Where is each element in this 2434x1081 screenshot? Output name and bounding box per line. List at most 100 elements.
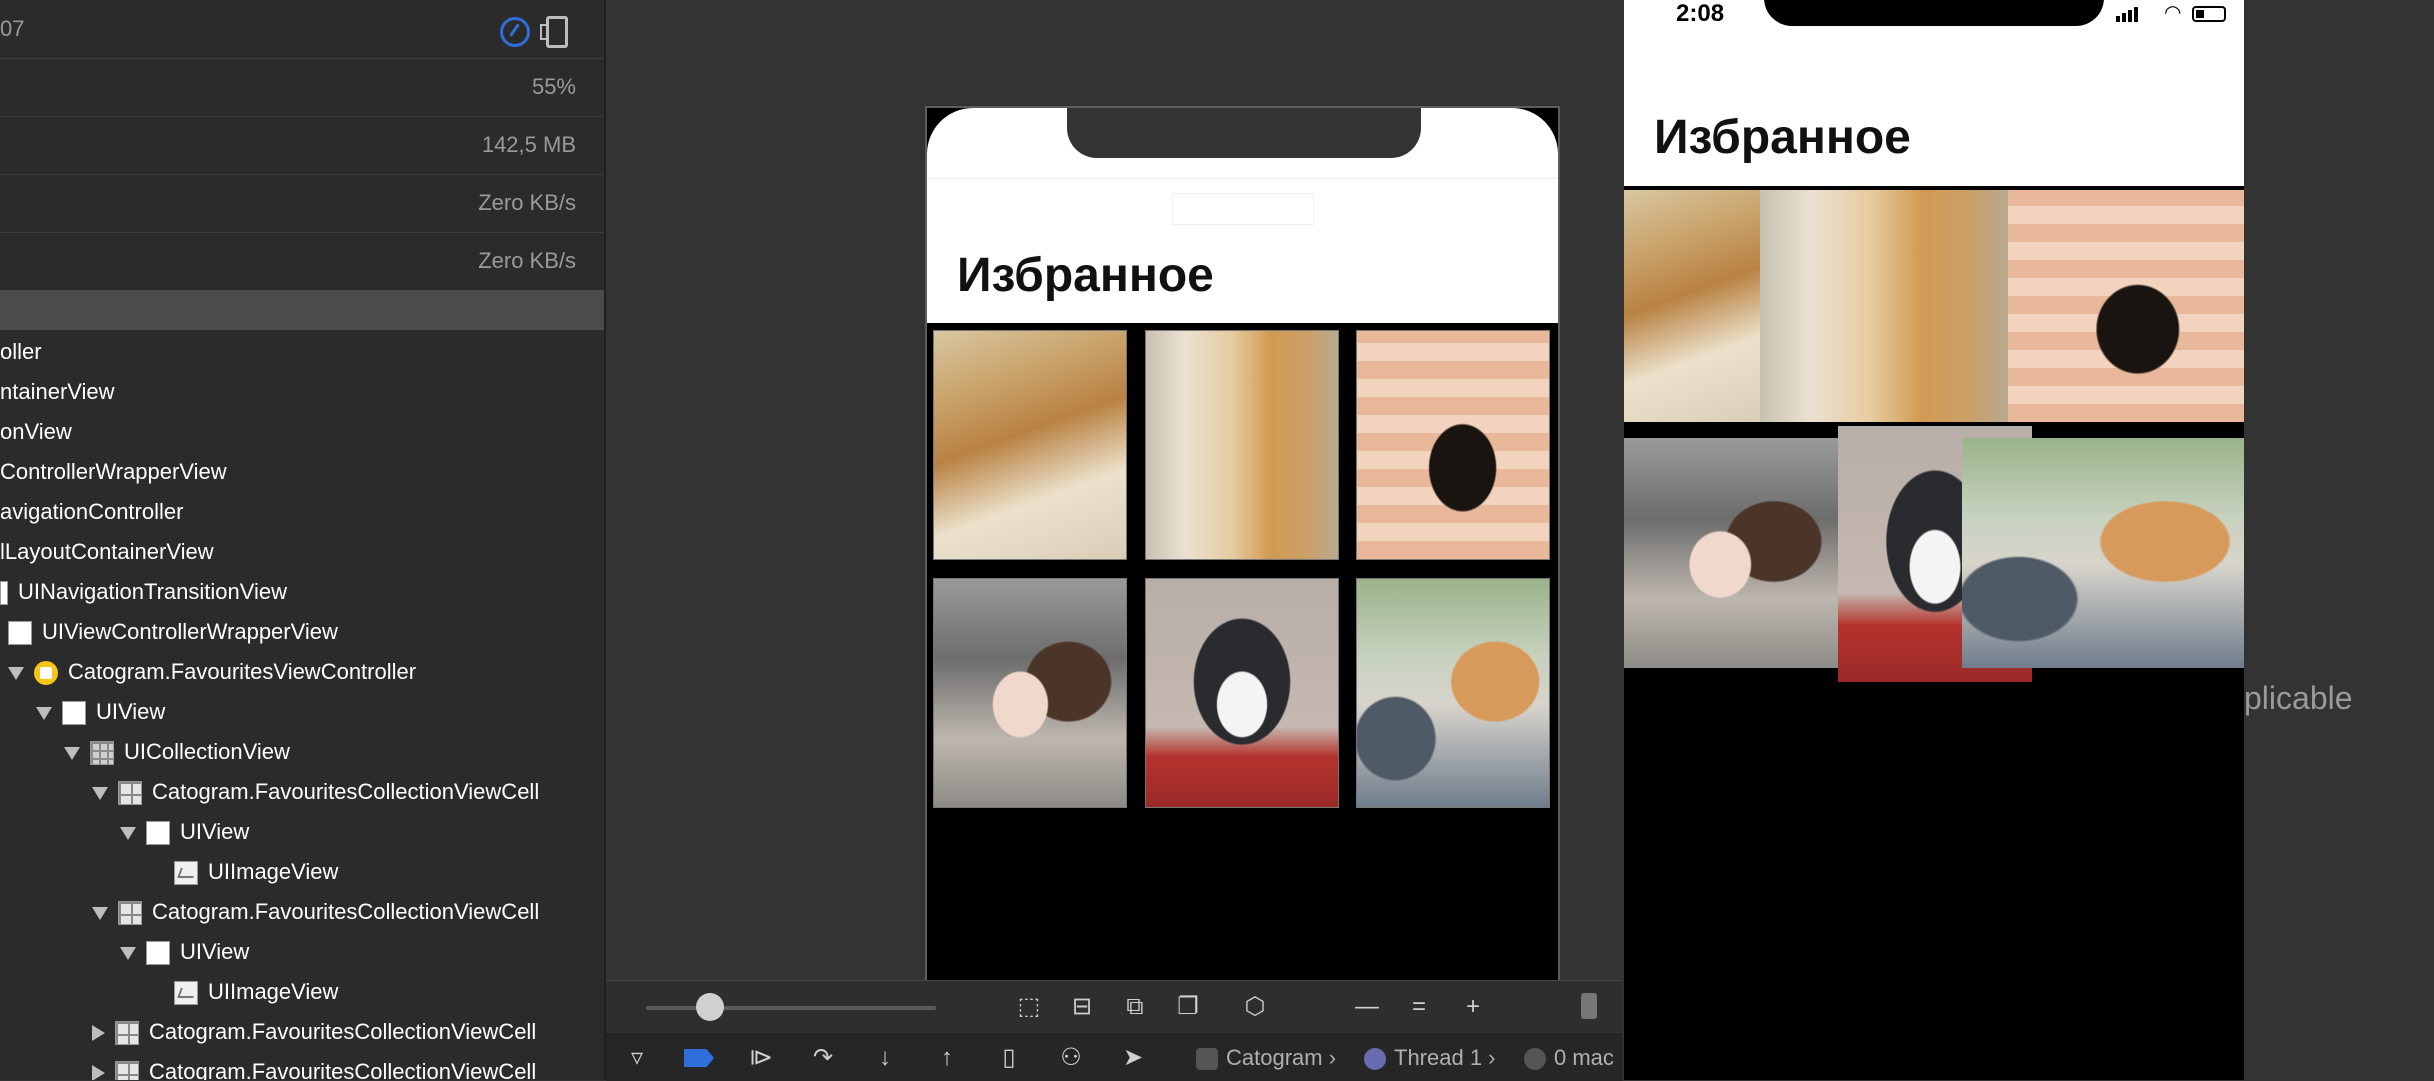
device-icon[interactable] [540, 16, 568, 48]
canvas-toolbar: ⬚ ⊟ ⧉ ❐ ⬡ — = + [606, 980, 1622, 1035]
disk-value: Zero KB/s [478, 190, 576, 215]
disclosure-triangle-icon[interactable] [120, 826, 136, 840]
step-in-icon[interactable]: ↓ [870, 1043, 900, 1073]
signal-icon [2122, 13, 2126, 22]
breakpoints-icon[interactable] [684, 1049, 714, 1067]
view-icon [62, 701, 86, 726]
cat-image[interactable] [933, 330, 1127, 560]
gauge-icon[interactable] [500, 17, 530, 47]
tree-item-label: UICollectionView [124, 739, 290, 764]
tree-item[interactable]: Catogram.FavouritesCollectionViewCell [92, 772, 539, 812]
collection-cell-icon [115, 1061, 139, 1080]
battery-icon [2192, 6, 2226, 22]
show-frames-icon[interactable]: ⊟ [1069, 993, 1095, 1021]
tree-item[interactable]: onView [0, 412, 72, 452]
tree-item[interactable]: Catogram.FavouritesCollectionViewCell [92, 1052, 536, 1080]
disclosure-triangle-icon[interactable] [92, 1025, 105, 1042]
view-icon [146, 941, 170, 966]
app-icon [1196, 1048, 1218, 1071]
collection-cell-icon [115, 1021, 139, 1046]
signal-icon [2134, 7, 2138, 22]
cat-image[interactable] [1356, 330, 1550, 560]
breadcrumb-scheme[interactable]: Catogram › [1196, 1035, 1336, 1081]
cpu-metric-row[interactable]: 55% [0, 58, 604, 117]
disclosure-triangle-icon[interactable] [92, 786, 108, 800]
cat-image[interactable] [1624, 438, 1838, 668]
tree-item[interactable]: ControllerWrapperView [0, 452, 227, 492]
collection-cell-icon [118, 781, 142, 806]
3d-cube-icon[interactable]: ⬡ [1242, 993, 1268, 1021]
cat-image[interactable] [1962, 438, 2244, 668]
disk-metric-row[interactable]: Zero KB/s [0, 174, 604, 233]
hierarchy-icon[interactable]: ⧉ [1122, 993, 1148, 1021]
breadcrumb-thread[interactable]: Thread 1 › [1364, 1035, 1496, 1081]
tree-item-label: UIView [180, 819, 250, 844]
breadcrumb-frame[interactable]: 0 mac [1524, 1035, 1614, 1081]
tree-item-label: Catogram.FavouritesViewController [68, 659, 417, 684]
range-handle[interactable] [1581, 993, 1597, 1019]
view-debugger-canvas[interactable]: Избранное [606, 0, 1622, 980]
tree-item[interactable]: UIView [36, 692, 165, 732]
view-debugger-icon[interactable]: ▯ [994, 1043, 1024, 1073]
layers-icon[interactable]: ❐ [1175, 993, 1201, 1021]
disclosure-triangle-icon[interactable] [64, 746, 80, 760]
tree-item[interactable]: lLayoutContainerView [0, 532, 214, 572]
clip-content-icon[interactable]: ⬚ [1016, 993, 1042, 1021]
tree-item-label: lLayoutContainerView [0, 539, 214, 564]
large-title[interactable]: Избранное [957, 248, 1214, 303]
tree-item[interactable]: Catogram.FavouritesViewController [8, 652, 416, 692]
selected-row[interactable] [0, 290, 604, 330]
debug-gauge-row[interactable]: 07 [0, 0, 604, 59]
tree-item[interactable]: UIView [120, 812, 249, 852]
frame-label: 0 mac [1554, 1045, 1614, 1070]
slider-knob[interactable] [696, 993, 724, 1021]
device-wireframe[interactable]: Избранное [925, 106, 1560, 980]
tree-item-label: onView [0, 419, 72, 444]
tree-item-label: ControllerWrapperView [0, 459, 227, 484]
thread-label: Thread 1 [1394, 1045, 1483, 1070]
cat-image[interactable] [1760, 190, 2008, 422]
tree-item[interactable]: UICollectionView [64, 732, 290, 772]
cat-image[interactable] [1356, 578, 1550, 808]
zoom-out-icon[interactable]: — [1354, 993, 1380, 1021]
memory-graph-icon[interactable]: ⚇ [1056, 1043, 1086, 1073]
step-over-icon[interactable]: ↷ [808, 1043, 838, 1073]
memory-metric-row[interactable]: 142,5 MB [0, 116, 604, 175]
disclosure-triangle-icon[interactable] [36, 706, 52, 720]
location-icon[interactable]: ➤ [1118, 1043, 1148, 1073]
frame-icon [1524, 1048, 1546, 1071]
image-view-icon [174, 861, 198, 886]
tree-item[interactable]: avigationController [0, 492, 183, 532]
tree-item[interactable]: Catogram.FavouritesCollectionViewCell [92, 892, 539, 932]
hide-debug-area-icon[interactable]: ▿ [622, 1043, 652, 1073]
tree-item[interactable]: ntainerView [0, 372, 115, 412]
disclosure-triangle-icon[interactable] [120, 946, 136, 960]
continue-icon[interactable]: ⧐ [746, 1043, 776, 1073]
tree-item[interactable]: UIView [120, 932, 249, 972]
spacing-slider[interactable] [646, 1006, 936, 1010]
tree-item[interactable]: oller [0, 332, 42, 372]
network-metric-row[interactable]: Zero KB/s [0, 232, 604, 291]
nav-title-view[interactable] [1172, 193, 1314, 225]
tree-item[interactable]: Catogram.FavouritesCollectionViewCell [92, 1012, 536, 1052]
cat-image[interactable] [2008, 190, 2244, 422]
tree-item-label: Catogram.FavouritesCollectionViewCell [152, 899, 540, 924]
view-icon [8, 621, 32, 646]
disclosure-triangle-icon[interactable] [92, 1065, 105, 1080]
disclosure-triangle-icon[interactable] [92, 906, 108, 920]
tree-item[interactable]: UIViewControllerWrapperView [8, 612, 338, 652]
cpu-value: 55% [531, 74, 576, 99]
tree-item[interactable]: UIImageView [174, 852, 338, 892]
zoom-reset-icon[interactable]: = [1406, 993, 1432, 1021]
zoom-in-icon[interactable]: + [1460, 993, 1486, 1021]
cat-image[interactable] [1624, 190, 1760, 422]
cat-image[interactable] [1145, 578, 1339, 808]
cat-image[interactable] [933, 578, 1127, 808]
tree-item[interactable]: UINavigationTransitionView [0, 572, 287, 612]
disclosure-triangle-icon[interactable] [8, 666, 24, 680]
cat-image[interactable] [1145, 330, 1339, 560]
tree-item[interactable]: UIImageView [174, 972, 338, 1012]
simulator-screen[interactable]: 2:08 ◠ Избранное [1624, 0, 2244, 1080]
step-out-icon[interactable]: ↑ [932, 1043, 962, 1073]
status-icons: ◠ [2116, 2, 2226, 24]
